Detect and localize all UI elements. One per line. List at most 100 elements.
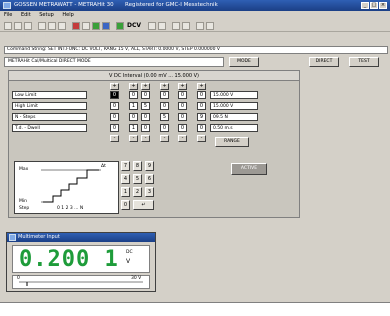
maximize-icon[interactable]: □ [370, 2, 378, 9]
save-icon[interactable] [24, 22, 32, 30]
digit-cell[interactable]: 0 [129, 113, 138, 121]
paste-icon[interactable] [58, 22, 66, 30]
key-3[interactable]: 3 [145, 187, 154, 197]
digit-cell[interactable]: 0 [141, 91, 150, 99]
digit-cell[interactable]: 5 [141, 102, 150, 110]
row-label-n-steps: N - Steps [12, 113, 87, 121]
multimeter-window: Multimeter Input 0.200 1 DC V 0 30 V [6, 232, 156, 292]
toolbar: DCV [0, 20, 390, 32]
test-button[interactable]: TEST [349, 57, 379, 67]
graph-icon[interactable] [172, 22, 180, 30]
mode-field[interactable]: METRAHit Cal/Multical DIRECT MODE [4, 57, 224, 67]
pause-icon[interactable] [82, 22, 90, 30]
menu-setup[interactable]: Setup [39, 12, 54, 18]
registered-text: Registered for GMC-I Messtechnik [125, 2, 218, 8]
minimize-icon[interactable]: _ [361, 2, 369, 9]
digit-cell[interactable]: 0 [160, 91, 169, 99]
menu-bar: File Edit Setup Help [0, 11, 390, 20]
digit-down-button[interactable]: - [129, 135, 138, 142]
digit-cell[interactable]: 0 [141, 113, 150, 121]
settings-icon[interactable] [196, 22, 204, 30]
close-icon[interactable]: × [379, 2, 387, 9]
digit-cell[interactable]: 1 [129, 102, 138, 110]
key-4[interactable]: 4 [121, 174, 130, 184]
copy-icon[interactable] [48, 22, 56, 30]
command-label: Command String: [7, 47, 47, 52]
n-steps-value: 09.5 N [210, 113, 258, 121]
window-title: GOSSEN METRAWATT - METRAHit 30 [14, 2, 114, 8]
scale-right-label: 30 V [131, 276, 142, 281]
enter-key[interactable]: ↵ [133, 200, 154, 210]
digit-cell[interactable]: 0 [160, 102, 169, 110]
help-icon[interactable] [206, 22, 214, 30]
open-icon[interactable] [14, 22, 22, 30]
step-line [43, 169, 99, 203]
range-button[interactable]: RANGE [215, 137, 249, 147]
acv-icon[interactable] [148, 22, 156, 30]
direct-button[interactable]: DIRECT [309, 57, 339, 67]
menu-help[interactable]: Help [62, 12, 73, 18]
key-6[interactable]: 6 [145, 174, 154, 184]
digit-cell[interactable]: 0 [178, 113, 187, 121]
digit-cell[interactable]: 0 [178, 91, 187, 99]
key-0[interactable]: 0 [121, 200, 130, 210]
key-9[interactable]: 9 [145, 161, 154, 171]
row-label-dwell: T.d. - Dwell [12, 124, 87, 132]
digit-cell[interactable]: 0 [160, 124, 169, 132]
key-7[interactable]: 7 [121, 161, 130, 171]
digit-down-button[interactable]: - [197, 135, 206, 142]
command-string: Command String: SET INT.FUNC: DC VOLT, R… [4, 46, 388, 54]
digit-cell[interactable]: 0 [110, 102, 119, 110]
multimeter-reading: 0.200 1 [19, 247, 119, 272]
digit-cell[interactable]: 0 [141, 124, 150, 132]
graph-min-label: Min [19, 199, 27, 204]
digit-cell[interactable]: 0 [178, 102, 187, 110]
start-icon[interactable] [92, 22, 100, 30]
unit-dc-label: DC [126, 250, 133, 255]
digit-cell[interactable]: 0 [197, 102, 206, 110]
new-icon[interactable] [4, 22, 12, 30]
graph-dt-label: Δt [101, 164, 106, 169]
digit-cell[interactable]: 9 [197, 113, 206, 121]
digit-up-button[interactable]: + [141, 83, 150, 90]
multimeter-icon [9, 234, 16, 241]
stop-icon[interactable] [102, 22, 110, 30]
digit-cell[interactable]: 0 [129, 91, 138, 99]
digit-down-button[interactable]: - [160, 135, 169, 142]
record-icon[interactable] [72, 22, 80, 30]
cut-icon[interactable] [38, 22, 46, 30]
digit-up-button[interactable]: + [178, 83, 187, 90]
key-8[interactable]: 8 [133, 161, 142, 171]
ohm-icon[interactable] [158, 22, 166, 30]
low-limit-value: 15.000 V [210, 91, 258, 99]
digit-cell[interactable]: 1 [129, 124, 138, 132]
dcv-label: DCV [127, 22, 142, 29]
digit-cell[interactable]: 0 [178, 124, 187, 132]
digit-up-button[interactable]: + [129, 83, 138, 90]
digit-cell[interactable]: 0 [110, 91, 119, 99]
key-2[interactable]: 2 [133, 187, 142, 197]
multimeter-title: Multimeter Input [7, 233, 155, 242]
digit-down-button[interactable]: - [141, 135, 150, 142]
dcv-function-icon[interactable] [116, 22, 124, 30]
table-icon[interactable] [182, 22, 190, 30]
key-5[interactable]: 5 [133, 174, 142, 184]
menu-edit[interactable]: Edit [21, 12, 31, 18]
digit-up-button[interactable]: + [160, 83, 169, 90]
digit-up-button[interactable]: + [110, 83, 119, 90]
digit-down-button[interactable]: - [178, 135, 187, 142]
digit-cell[interactable]: 0 [197, 124, 206, 132]
digit-down-button[interactable]: - [110, 135, 119, 142]
menu-file[interactable]: File [4, 12, 12, 18]
panel-title: V DC Interval (0.00 mV ... 15.000 V) [9, 71, 299, 81]
app-icon [3, 2, 11, 9]
key-1[interactable]: 1 [121, 187, 130, 197]
digit-cell[interactable]: 0 [197, 91, 206, 99]
digit-cell[interactable]: 0 [110, 124, 119, 132]
mode-button[interactable]: MODE [229, 57, 259, 67]
digit-up-button[interactable]: + [197, 83, 206, 90]
digit-cell[interactable]: 5 [160, 113, 169, 121]
active-button[interactable]: ACTIVE [231, 163, 267, 175]
digit-cell[interactable]: 0 [110, 113, 119, 121]
multimeter-title-text: Multimeter Input [18, 234, 60, 240]
